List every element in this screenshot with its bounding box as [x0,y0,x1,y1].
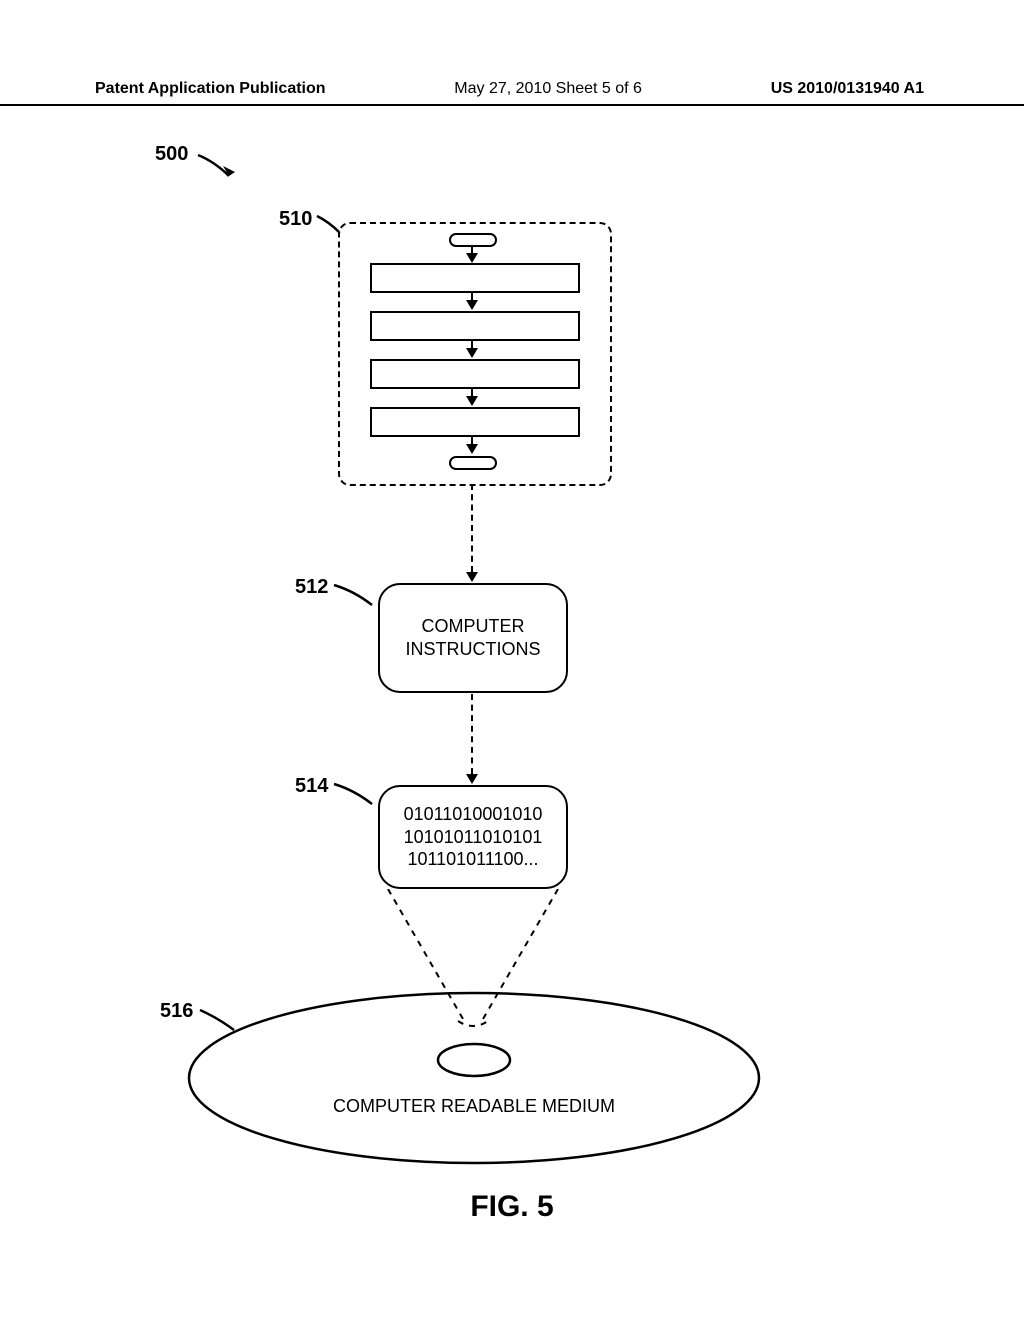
arrow-510-512 [466,572,478,582]
flow-arrow-4 [466,396,478,406]
computer-instructions-box: COMPUTER INSTRUCTIONS [378,583,568,693]
connector-510-512 [471,484,475,572]
binary-data-box: 01011010001010 10101011010101 1011010111… [378,785,568,889]
arrow-512-514 [466,774,478,784]
flow-arrow-1 [466,253,478,263]
ref-500: 500 [155,143,188,166]
binary-line-1: 01011010001010 [404,803,543,826]
flow-step-2 [370,311,580,341]
leader-500 [195,152,245,188]
patent-drawing-page: Patent Application Publication May 27, 2… [0,0,1024,1320]
flow-end-terminator [449,456,497,470]
flow-arrow-3 [466,348,478,358]
computer-instructions-text: COMPUTER INSTRUCTIONS [406,615,541,662]
flow-start-terminator [449,233,497,247]
leader-514 [332,782,380,812]
binary-line-2: 10101011010101 [404,826,543,849]
disc-label: COMPUTER READABLE MEDIUM [184,1096,764,1117]
header-pubnum: US 2010/0131940 A1 [771,80,924,98]
flow-step-1 [370,263,580,293]
flow-step-3 [370,359,580,389]
ref-514: 514 [295,775,328,798]
leader-512 [332,583,380,613]
connector-512-514 [471,694,475,774]
ref-512: 512 [295,576,328,599]
binary-line-3: 101101011100... [407,848,538,871]
computer-readable-medium-disc: COMPUTER READABLE MEDIUM [184,988,764,1168]
ref-510: 510 [279,208,312,231]
header-publication: Patent Application Publication [95,80,326,98]
flow-arrow-5 [466,444,478,454]
figure-caption: FIG. 5 [0,1190,1024,1224]
disc-shape [184,988,764,1168]
flow-step-4 [370,407,580,437]
flow-arrow-2 [466,300,478,310]
header-date-sheet: May 27, 2010 Sheet 5 of 6 [454,80,642,98]
page-header: Patent Application Publication May 27, 2… [0,80,1024,106]
